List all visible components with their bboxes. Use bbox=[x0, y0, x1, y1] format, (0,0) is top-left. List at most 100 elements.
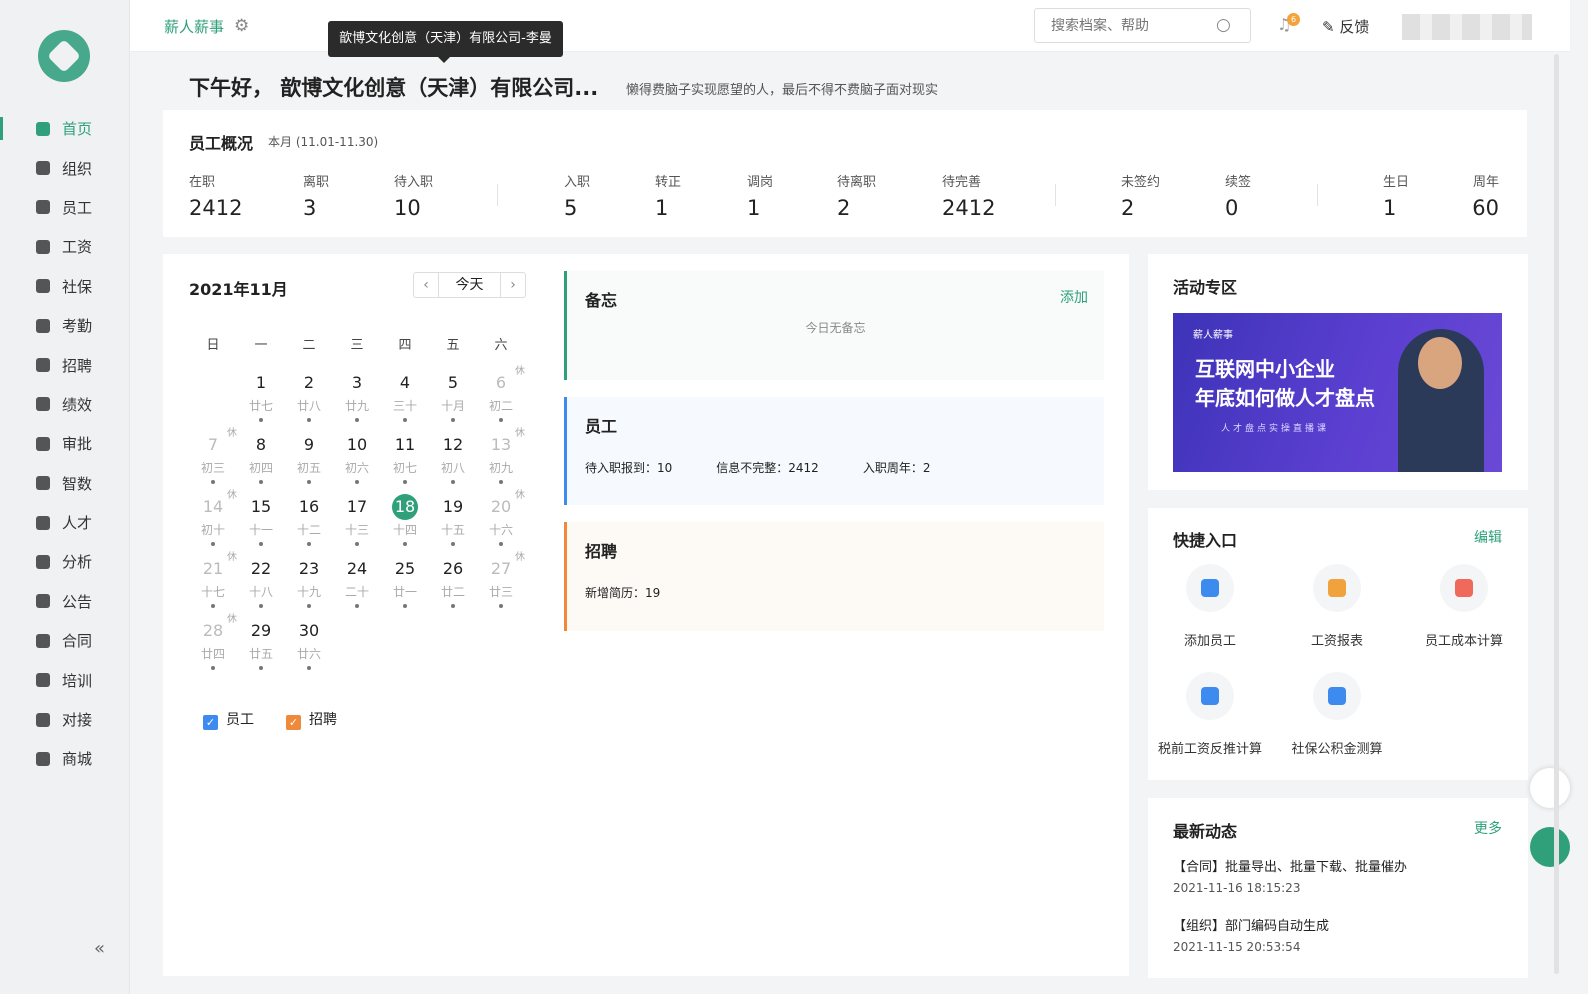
activity-banner[interactable]: 薪人薪事 互联网中小企业 年底如何做人才盘点 人才盘点实操直播课 bbox=[1173, 313, 1502, 472]
quick-edit-button[interactable]: 编辑 bbox=[1474, 527, 1502, 547]
overview-stat[interactable]: 生日 1 bbox=[1383, 171, 1409, 220]
calendar-day[interactable]: 5 十月 bbox=[429, 370, 477, 432]
overview-stat[interactable]: 待完善 2412 bbox=[942, 171, 995, 220]
overview-stat[interactable]: 入职 5 bbox=[564, 171, 590, 220]
sidebar-item-12[interactable]: 公告 bbox=[0, 582, 130, 621]
user-avatar[interactable] bbox=[1402, 14, 1532, 40]
headset-icon[interactable] bbox=[1530, 768, 1570, 808]
calendar-day[interactable]: 13 初九 休 bbox=[477, 428, 525, 494]
quick-entry-item[interactable]: 税前工资反推计算 bbox=[1150, 672, 1270, 757]
sidebar-item-3[interactable]: 工资 bbox=[0, 227, 130, 266]
event-dot bbox=[499, 542, 503, 546]
calendar-day[interactable]: 17 十三 bbox=[333, 494, 381, 556]
sidebar-item-11[interactable]: 分析 bbox=[0, 542, 130, 581]
overview-stat[interactable]: 未签约 2 bbox=[1121, 171, 1160, 220]
pending-onboard-link[interactable]: 待入职报到：10 bbox=[585, 459, 672, 476]
overview-stat[interactable]: 在职 2412 bbox=[189, 171, 242, 220]
chevron-left-icon[interactable]: ‹ bbox=[414, 277, 438, 293]
lunar-date: 十月 bbox=[440, 399, 465, 413]
anniversary-link[interactable]: 入职周年：2 bbox=[863, 459, 931, 476]
calendar-day[interactable]: 22 十八 bbox=[237, 556, 285, 618]
legend-item[interactable]: ✓ 员工 bbox=[203, 709, 254, 730]
calendar-day[interactable]: 6 初二 休 bbox=[477, 366, 525, 432]
calendar-day[interactable]: 23 十九 bbox=[285, 556, 333, 618]
collapse-sidebar-icon[interactable]: « bbox=[94, 938, 105, 959]
feedback-button[interactable]: ✎ 反馈 bbox=[1322, 16, 1369, 37]
sidebar-item-4[interactable]: 社保 bbox=[0, 267, 130, 306]
calendar-day[interactable]: 2 廿八 bbox=[285, 370, 333, 432]
incomplete-info-link[interactable]: 信息不完整：2412 bbox=[716, 459, 819, 476]
calendar-day[interactable]: 15 十一 bbox=[237, 494, 285, 556]
legend-item[interactable]: ✓ 招聘 bbox=[286, 709, 337, 730]
calendar-day[interactable]: 11 初七 bbox=[381, 432, 429, 494]
calendar-day[interactable]: 19 十五 bbox=[429, 494, 477, 556]
calendar-day[interactable]: 24 二十 bbox=[333, 556, 381, 618]
calendar-day[interactable]: 18 十四 bbox=[381, 494, 429, 556]
quick-entry-item[interactable]: 员工成本计算 bbox=[1404, 564, 1524, 649]
sidebar-item-1[interactable]: 组织 bbox=[0, 148, 130, 187]
calendar-day[interactable]: 27 廿三 休 bbox=[477, 552, 525, 618]
calendar-day[interactable]: 12 初八 bbox=[429, 432, 477, 494]
brand-name[interactable]: 薪人薪事 bbox=[164, 16, 224, 37]
calendar-day[interactable]: 7 初三 休 bbox=[189, 428, 237, 494]
sidebar-item-6[interactable]: 招聘 bbox=[0, 345, 130, 384]
calendar-day[interactable]: 1 廿七 bbox=[237, 370, 285, 432]
quick-entry-item[interactable]: 工资报表 bbox=[1277, 564, 1397, 649]
sidebar-item-10[interactable]: 人才 bbox=[0, 503, 130, 542]
calendar-day[interactable]: 16 十二 bbox=[285, 494, 333, 556]
sidebar-item-14[interactable]: 培训 bbox=[0, 660, 130, 699]
lunar-date: 十一 bbox=[248, 523, 273, 537]
banner-line-1: 互联网中小企业 bbox=[1195, 357, 1335, 381]
weekday-label: 五 bbox=[446, 338, 460, 353]
search-icon[interactable]: ○ bbox=[1216, 15, 1231, 35]
sidebar-item-15[interactable]: 对接 bbox=[0, 700, 130, 739]
lunar-date: 初三 bbox=[200, 461, 225, 475]
sidebar-item-2[interactable]: 员工 bbox=[0, 188, 130, 227]
calendar-day[interactable]: 3 廿九 bbox=[333, 370, 381, 432]
news-item[interactable]: 【组织】部门编码自动生成 2021-11-15 20:53:54 bbox=[1173, 915, 1329, 954]
sidebar-item-7[interactable]: 绩效 bbox=[0, 385, 130, 424]
calendar-day[interactable]: 20 十六 休 bbox=[477, 490, 525, 556]
quick-entry-item[interactable]: 社保公积金测算 bbox=[1277, 672, 1397, 757]
calendar-day[interactable]: 25 廿一 bbox=[381, 556, 429, 618]
sidebar-item-16[interactable]: 商城 bbox=[0, 739, 130, 778]
overview-stat[interactable]: 待离职 2 bbox=[837, 171, 876, 220]
calendar-day[interactable]: 28 廿四 休 bbox=[189, 614, 237, 680]
calendar-day[interactable]: 4 三十 bbox=[381, 370, 429, 432]
help-icon[interactable] bbox=[1530, 827, 1570, 867]
checkbox-icon[interactable]: ✓ bbox=[286, 715, 301, 730]
checkbox-icon[interactable]: ✓ bbox=[203, 715, 218, 730]
calendar-day[interactable]: 21 十七 休 bbox=[189, 552, 237, 618]
sidebar-item-5[interactable]: 考勤 bbox=[0, 306, 130, 345]
sidebar-item-9[interactable]: 智数 bbox=[0, 464, 130, 503]
calendar-day[interactable]: 8 初四 bbox=[237, 432, 285, 494]
overview-stat[interactable]: 待入职 10 bbox=[394, 171, 433, 220]
news-more-button[interactable]: 更多 bbox=[1474, 818, 1502, 838]
calendar-day[interactable]: 14 初十 休 bbox=[189, 490, 237, 556]
link-icon bbox=[36, 712, 50, 727]
app-logo[interactable] bbox=[38, 30, 90, 82]
overview-stat[interactable]: 周年 60 bbox=[1472, 171, 1499, 220]
quick-entry-item[interactable]: 添加员工 bbox=[1150, 564, 1270, 649]
add-memo-button[interactable]: 添加 bbox=[1060, 287, 1088, 307]
news-item[interactable]: 【合同】批量导出、批量下载、批量催办 2021-11-16 18:15:23 bbox=[1173, 856, 1407, 895]
calendar-day[interactable]: 30 廿六 bbox=[285, 618, 333, 680]
sidebar-item-13[interactable]: 合同 bbox=[0, 621, 130, 660]
overview-stat[interactable]: 转正 1 bbox=[655, 171, 681, 220]
overview-stat[interactable]: 调岗 1 bbox=[747, 171, 773, 220]
overview-stat[interactable]: 离职 3 bbox=[303, 171, 329, 220]
sidebar-item-8[interactable]: 审批 bbox=[0, 424, 130, 463]
calendar-day[interactable]: 29 廿五 bbox=[237, 618, 285, 680]
calendar-day[interactable]: 9 初五 bbox=[285, 432, 333, 494]
chevron-right-icon[interactable]: › bbox=[501, 277, 525, 293]
settings-gear-icon[interactable]: ⚙ bbox=[234, 16, 249, 36]
calendar-day[interactable]: 10 初六 bbox=[333, 432, 381, 494]
new-resume-link[interactable]: 新增简历：19 bbox=[585, 584, 660, 601]
day-number: 2 bbox=[303, 373, 315, 392]
sidebar-item-0[interactable]: 首页 bbox=[0, 109, 130, 148]
today-button[interactable]: 今天 bbox=[438, 273, 501, 297]
calendar-day[interactable]: 26 廿二 bbox=[429, 556, 477, 618]
scrollbar[interactable] bbox=[1554, 54, 1559, 974]
overview-stat[interactable]: 续签 0 bbox=[1225, 171, 1251, 220]
pie-icon bbox=[36, 476, 50, 491]
